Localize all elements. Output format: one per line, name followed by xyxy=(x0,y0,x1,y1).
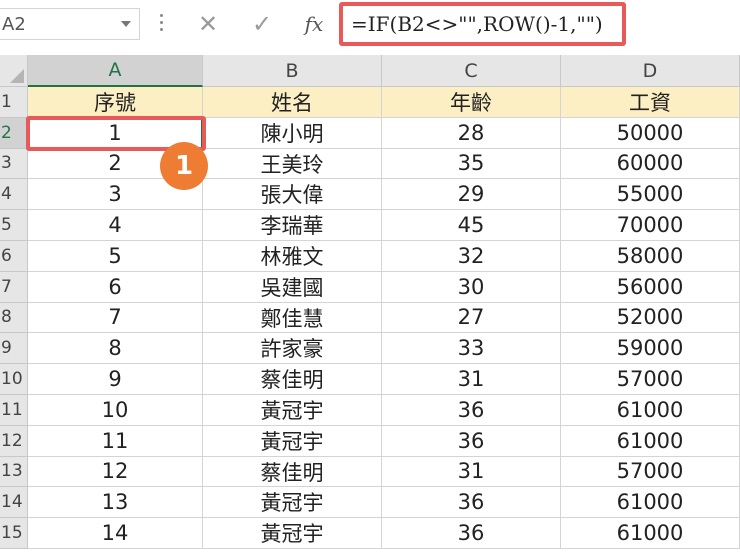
cancel-icon[interactable]: ✕ xyxy=(188,8,228,40)
table-cell[interactable]: 36 xyxy=(382,518,561,549)
row-header-8[interactable]: 8 xyxy=(0,302,28,334)
table-cell[interactable]: 蔡佳明 xyxy=(203,456,382,488)
table-cell[interactable]: 29 xyxy=(382,179,561,211)
formula-bar-grip-icon[interactable] xyxy=(155,10,167,38)
table-cell[interactable]: 11 xyxy=(28,425,203,457)
table-cell[interactable]: 陳小明 xyxy=(203,117,382,149)
table-cell[interactable]: 6 xyxy=(28,271,203,303)
table-cell[interactable]: 36 xyxy=(382,425,561,457)
table-cell[interactable]: 蔡佳明 xyxy=(203,364,382,395)
insert-function-icon: fx xyxy=(304,12,324,36)
table-cell[interactable]: 吳建國 xyxy=(203,271,382,303)
table-cell[interactable]: 61000 xyxy=(561,487,740,519)
table-cell[interactable]: 56000 xyxy=(561,271,740,303)
select-all-button[interactable] xyxy=(0,55,28,87)
enter-icon[interactable]: ✓ xyxy=(242,8,282,40)
table-cell[interactable]: 31 xyxy=(382,456,561,488)
table-cell[interactable]: 黃冠宇 xyxy=(203,487,382,519)
row-header-11[interactable]: 11 xyxy=(0,395,28,426)
column-header-b[interactable]: B xyxy=(203,55,382,87)
row-header-12[interactable]: 12 xyxy=(0,425,28,457)
row-header-2[interactable]: 2 xyxy=(0,117,28,149)
table-cell[interactable]: 7 xyxy=(28,302,203,334)
row-header-13[interactable]: 13 xyxy=(0,456,28,488)
table-cell[interactable]: 33 xyxy=(382,333,561,365)
table-cell[interactable]: 36 xyxy=(382,395,561,426)
row-header-7[interactable]: 7 xyxy=(0,271,28,303)
table-cell[interactable]: 黃冠宇 xyxy=(203,518,382,549)
header-cell[interactable]: 序號 xyxy=(28,87,203,118)
table-cell[interactable]: 12 xyxy=(28,456,203,488)
row-header-5[interactable]: 5 xyxy=(0,210,28,241)
step-badge: 1 xyxy=(160,142,208,190)
table-cell[interactable]: 林雅文 xyxy=(203,241,382,272)
table-cell[interactable]: 10 xyxy=(28,395,203,426)
select-all-icon xyxy=(10,69,24,83)
table-cell[interactable]: 61000 xyxy=(561,395,740,426)
table-cell[interactable]: 28 xyxy=(382,117,561,149)
table-cell[interactable]: 鄭佳慧 xyxy=(203,302,382,334)
table-cell[interactable]: 60000 xyxy=(561,148,740,180)
table-cell[interactable]: 31 xyxy=(382,364,561,395)
row-header-3[interactable]: 3 xyxy=(0,148,28,180)
column-header-c[interactable]: C xyxy=(382,55,561,87)
table-cell[interactable]: 黃冠宇 xyxy=(203,395,382,426)
table-cell[interactable]: 32 xyxy=(382,241,561,272)
table-cell[interactable]: 57000 xyxy=(561,364,740,395)
table-cell[interactable]: 8 xyxy=(28,333,203,365)
row-header-10[interactable]: 10 xyxy=(0,364,28,395)
row-header-15[interactable]: 15 xyxy=(0,518,28,549)
table-cell[interactable]: 61000 xyxy=(561,425,740,457)
table-cell[interactable]: 李瑞華 xyxy=(203,210,382,241)
name-box-dropdown-icon[interactable] xyxy=(121,21,131,27)
table-cell[interactable]: 13 xyxy=(28,487,203,519)
table-cell[interactable]: 50000 xyxy=(561,117,740,149)
row-header-9[interactable]: 9 xyxy=(0,333,28,365)
formula-input[interactable]: =IF(B2<>"",ROW()-1,"") xyxy=(343,4,623,44)
insert-function-button[interactable]: fx xyxy=(294,8,334,40)
column-header-d[interactable]: D xyxy=(561,55,740,87)
row-header-6[interactable]: 6 xyxy=(0,241,28,272)
name-box-value: A2 xyxy=(2,14,26,35)
row-header-1[interactable]: 1 xyxy=(0,87,28,118)
table-cell[interactable]: 張大偉 xyxy=(203,179,382,211)
name-box[interactable]: A2 xyxy=(0,8,140,40)
table-cell[interactable]: 9 xyxy=(28,364,203,395)
table-cell[interactable]: 5 xyxy=(28,241,203,272)
table-cell[interactable]: 61000 xyxy=(561,518,740,549)
formula-bar: A2 ✕ ✓ fx =IF(B2<>"",ROW()-1,"") xyxy=(0,0,740,48)
row-header-4[interactable]: 4 xyxy=(0,179,28,211)
table-cell[interactable]: 45 xyxy=(382,210,561,241)
table-cell[interactable]: 30 xyxy=(382,271,561,303)
table-cell[interactable]: 27 xyxy=(382,302,561,334)
column-header-a[interactable]: A xyxy=(28,55,203,87)
table-cell[interactable]: 4 xyxy=(28,210,203,241)
table-cell[interactable]: 59000 xyxy=(561,333,740,365)
table-cell[interactable]: 58000 xyxy=(561,241,740,272)
header-cell[interactable]: 工資 xyxy=(561,87,740,118)
header-cell[interactable]: 年齡 xyxy=(382,87,561,118)
table-cell[interactable]: 許家豪 xyxy=(203,333,382,365)
table-cell[interactable]: 52000 xyxy=(561,302,740,334)
table-cell[interactable]: 14 xyxy=(28,518,203,549)
table-cell[interactable]: 55000 xyxy=(561,179,740,211)
row-header-14[interactable]: 14 xyxy=(0,487,28,519)
header-cell[interactable]: 姓名 xyxy=(203,87,382,118)
table-cell[interactable]: 57000 xyxy=(561,456,740,488)
table-cell[interactable]: 36 xyxy=(382,487,561,519)
table-cell[interactable]: 70000 xyxy=(561,210,740,241)
table-cell[interactable]: 王美玲 xyxy=(203,148,382,180)
table-cell[interactable]: 35 xyxy=(382,148,561,180)
table-cell[interactable]: 黃冠宇 xyxy=(203,425,382,457)
